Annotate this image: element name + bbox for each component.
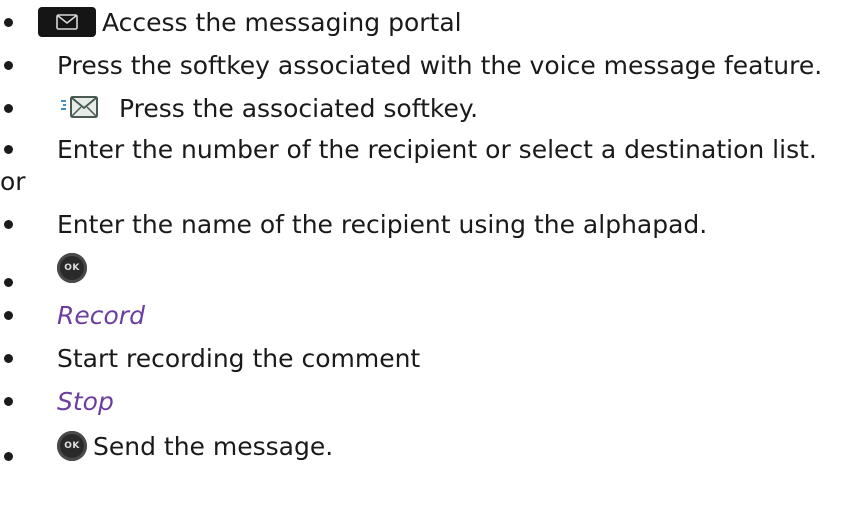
bullet-dot	[4, 278, 13, 287]
bullet-dot	[4, 396, 13, 406]
list-item: Enter the name of the recipient using th…	[0, 206, 866, 242]
list-item-text: Start recording the comment	[57, 343, 421, 373]
list-item: Enter the number of the recipient or sel…	[0, 131, 866, 167]
list-item: OK	[0, 250, 866, 287]
softkey-label-stop: Stop	[57, 386, 114, 416]
list-item-text: Enter the number of the recipient or sel…	[57, 134, 817, 164]
bullet-dot	[4, 219, 13, 229]
list-item: Record	[0, 297, 866, 333]
bullet-dot	[4, 17, 13, 27]
list-item: Stop	[0, 383, 866, 419]
plain-line: or	[0, 163, 866, 199]
list-item-content: Press the associated softkey.	[26, 93, 478, 123]
bullet-dot	[4, 103, 13, 113]
list-item-content: OK	[57, 253, 87, 283]
list-item: Press the associated softkey.	[0, 90, 866, 126]
envelope-key-icon	[38, 7, 96, 37]
bullet-dot	[4, 144, 13, 154]
list-item-text: Send the message.	[93, 431, 334, 461]
list-item-text: Press the associated softkey.	[119, 93, 479, 123]
bullet-dot	[4, 310, 13, 320]
ok-key-icon: OK	[57, 431, 87, 461]
instruction-document: Access the messaging portal Press the so…	[0, 0, 866, 506]
list-item-content: OK Send the message.	[57, 431, 333, 461]
softkey-label-record: Record	[57, 300, 145, 330]
list-item: Access the messaging portal	[0, 4, 866, 40]
list-item-text: Enter the name of the recipient using th…	[57, 209, 708, 239]
ok-key-icon: OK	[57, 253, 87, 283]
bullet-dot	[4, 353, 13, 363]
list-item: Start recording the comment	[0, 340, 866, 376]
connector-text: or	[0, 166, 26, 196]
list-item-text: Access the messaging portal	[102, 7, 462, 37]
list-item-text: Press the softkey associated with the vo…	[57, 50, 823, 80]
list-item: OK Send the message.	[0, 428, 866, 464]
bullet-dot	[4, 60, 13, 70]
list-item-content: Access the messaging portal	[26, 7, 462, 37]
list-item: Press the softkey associated with the vo…	[0, 47, 866, 83]
voice-mail-icon	[59, 93, 99, 123]
bullet-dot	[4, 452, 13, 461]
